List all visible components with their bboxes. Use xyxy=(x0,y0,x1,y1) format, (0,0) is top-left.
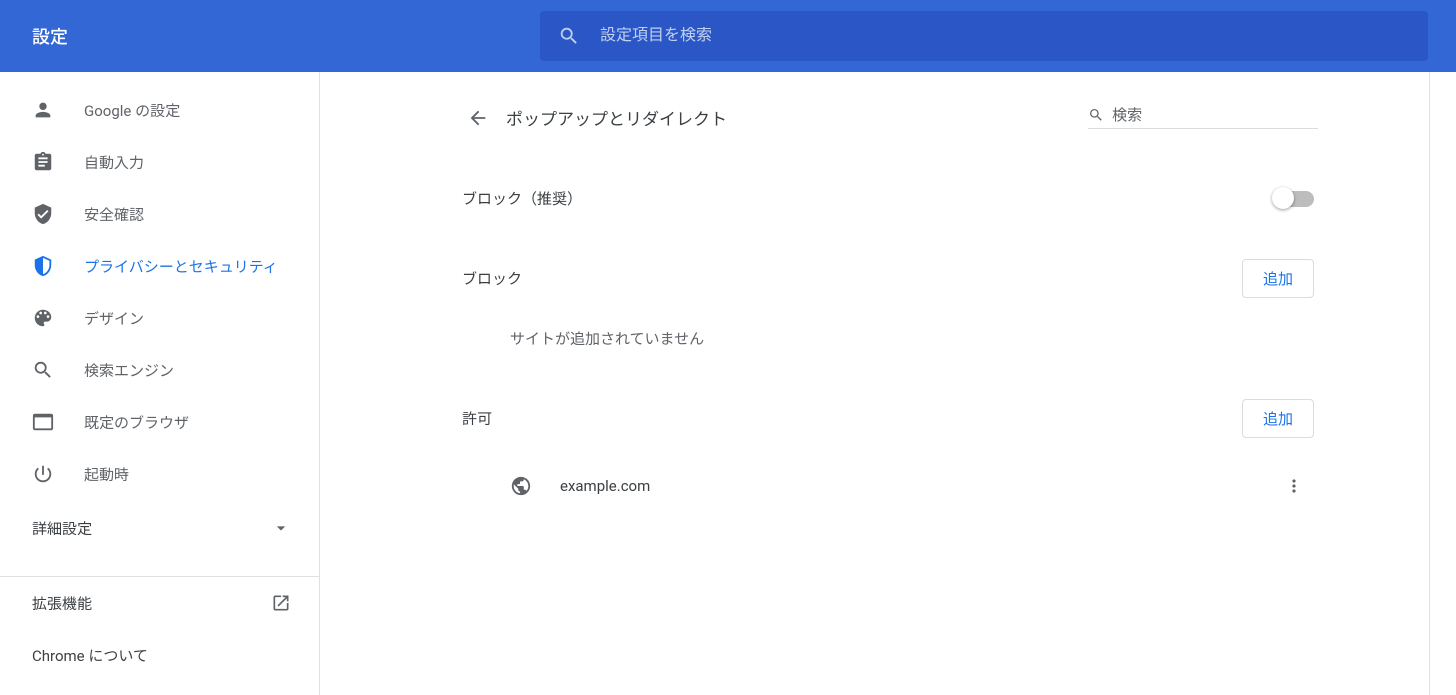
sidebar-item-label: 安全確認 xyxy=(84,204,144,225)
app-header: 設定 xyxy=(0,0,1456,72)
block-recommended-toggle[interactable] xyxy=(1274,191,1314,207)
shield-icon xyxy=(32,255,54,277)
about-label: Chrome について xyxy=(32,645,148,666)
more-vert-icon xyxy=(1284,476,1304,496)
main-panel: ポップアップとリダイレクト ブロック（推奨） ブロック 追加 サイトが追加されて… xyxy=(320,72,1456,695)
sidebar-item-startup[interactable]: 起動時 xyxy=(0,448,319,500)
search-icon xyxy=(32,359,54,381)
global-search-input[interactable] xyxy=(600,27,1410,45)
block-recommended-row: ブロック（推奨） xyxy=(458,188,1318,209)
right-divider xyxy=(1429,72,1430,695)
sidebar-item-default-browser[interactable]: 既定のブラウザ xyxy=(0,396,319,448)
advanced-label: 詳細設定 xyxy=(32,518,92,539)
header-title: 設定 xyxy=(0,23,540,49)
sidebar-item-label: デザイン xyxy=(84,308,144,329)
palette-icon xyxy=(32,307,54,329)
search-icon xyxy=(558,25,580,47)
check-shield-icon xyxy=(32,203,54,225)
sidebar-item-label: 自動入力 xyxy=(84,152,144,173)
content-header: ポップアップとリダイレクト xyxy=(458,90,1318,146)
sidebar-advanced[interactable]: 詳細設定 xyxy=(0,500,319,556)
allow-section-label: 許可 xyxy=(462,408,492,429)
page-title: ポップアップとリダイレクト xyxy=(506,105,1088,130)
toggle-knob xyxy=(1272,187,1294,209)
sidebar-item-google[interactable]: Google の設定 xyxy=(0,84,319,136)
content-search-input[interactable] xyxy=(1112,107,1318,124)
search-icon xyxy=(1088,106,1104,124)
allow-add-button[interactable]: 追加 xyxy=(1242,399,1314,438)
content-search[interactable] xyxy=(1088,106,1318,129)
arrow-back-icon xyxy=(467,107,489,129)
sidebar-item-privacy[interactable]: プライバシーとセキュリティ xyxy=(0,240,319,292)
clipboard-icon xyxy=(32,151,54,173)
globe-icon xyxy=(510,475,532,497)
sidebar-item-label: プライバシーとセキュリティ xyxy=(84,256,278,277)
allow-site-row: example.com xyxy=(458,466,1318,506)
sidebar-item-label: 検索エンジン xyxy=(84,360,174,381)
sidebar-item-safety[interactable]: 安全確認 xyxy=(0,188,319,240)
power-icon xyxy=(32,463,54,485)
site-more-button[interactable] xyxy=(1274,466,1314,506)
sidebar-about[interactable]: Chrome について xyxy=(0,629,319,681)
sidebar-item-label: Google の設定 xyxy=(84,100,180,121)
sidebar-item-search-engine[interactable]: 検索エンジン xyxy=(0,344,319,396)
sidebar-item-label: 起動時 xyxy=(84,464,129,485)
external-link-icon xyxy=(271,593,291,613)
sidebar: Google の設定 自動入力 安全確認 プライバシーとセキュリティ デザイン … xyxy=(0,72,320,695)
person-icon xyxy=(32,99,54,121)
site-name: example.com xyxy=(560,477,1274,495)
block-empty-text: サイトが追加されていません xyxy=(510,328,1318,349)
chevron-down-icon xyxy=(271,518,291,538)
sidebar-extensions[interactable]: 拡張機能 xyxy=(0,577,319,629)
sidebar-item-autofill[interactable]: 自動入力 xyxy=(0,136,319,188)
block-recommended-label: ブロック（推奨） xyxy=(462,188,582,209)
block-add-button[interactable]: 追加 xyxy=(1242,259,1314,298)
global-search[interactable] xyxy=(540,11,1428,61)
sidebar-item-design[interactable]: デザイン xyxy=(0,292,319,344)
back-button[interactable] xyxy=(458,98,498,138)
allow-section-header: 許可 追加 xyxy=(458,399,1318,438)
browser-icon xyxy=(32,411,54,433)
sidebar-item-label: 既定のブラウザ xyxy=(84,412,189,433)
extensions-label: 拡張機能 xyxy=(32,593,92,614)
block-section-header: ブロック 追加 xyxy=(458,259,1318,298)
block-section-label: ブロック xyxy=(462,268,522,289)
